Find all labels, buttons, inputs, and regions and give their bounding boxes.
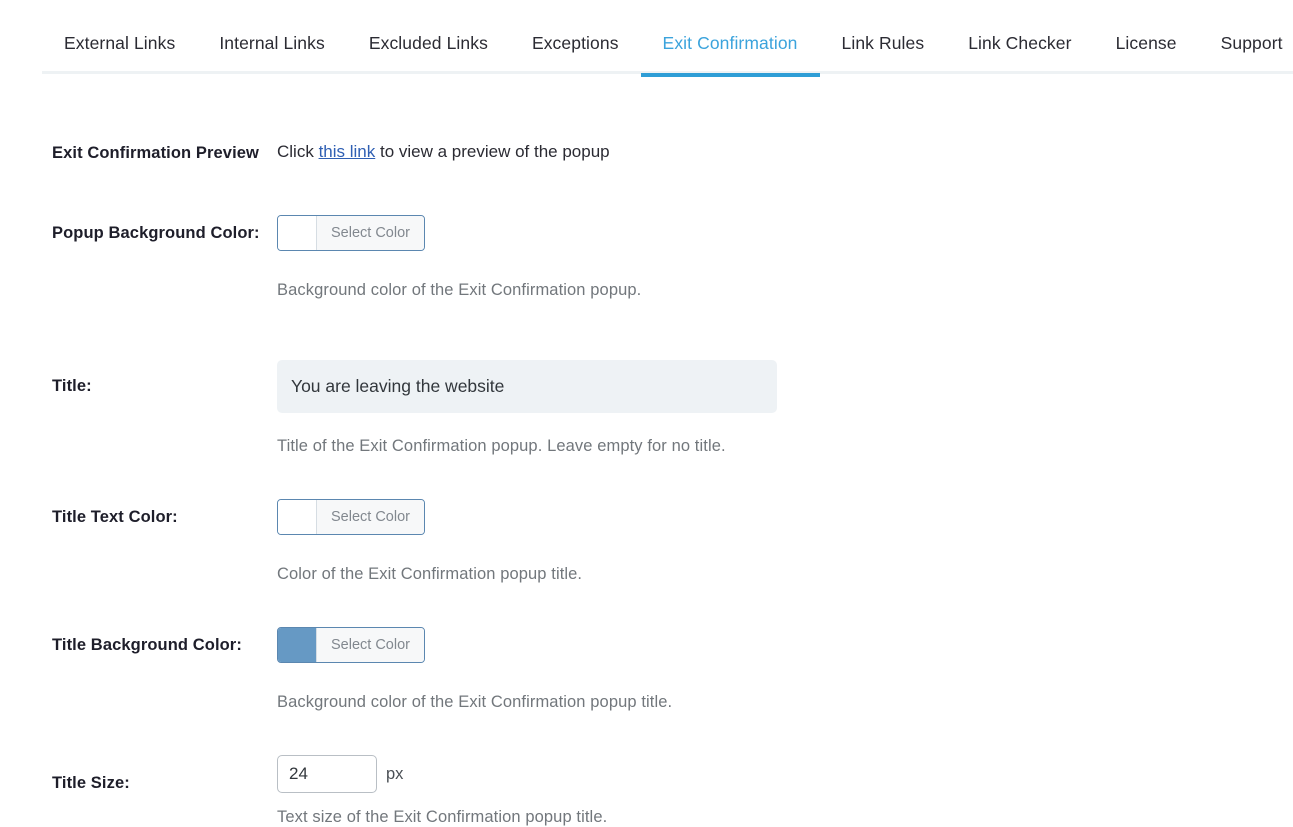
tab-license[interactable]: License [1094,34,1199,75]
title-text-color-picker[interactable]: Select Color [277,499,425,535]
field-title-size: px Text size of the Exit Confirmation po… [277,755,1293,827]
title-size-unit-label: px [386,764,404,783]
title-size-input[interactable] [277,755,377,793]
description-title: Title of the Exit Confirmation popup. Le… [277,437,726,455]
color-swatch-icon [278,500,317,534]
row-title-text-color: Title Text Color: Select Color Color of … [0,499,1293,584]
tab-link-checker[interactable]: Link Checker [946,34,1093,75]
row-title-background-color: Title Background Color: Select Color Bac… [0,627,1293,712]
description-title-background-color: Background color of the Exit Confirmatio… [277,693,673,711]
title-size-control-group: px [277,755,1293,793]
label-popup-background-color: Popup Background Color: [52,224,260,242]
row-popup-background-color: Popup Background Color: Select Color Bac… [0,215,1293,300]
color-swatch-icon [278,216,317,250]
tab-list: External Links Internal Links Excluded L… [42,0,1282,77]
title-background-color-select-label: Select Color [317,628,424,662]
tab-exceptions[interactable]: Exceptions [510,34,641,75]
field-title: Title of the Exit Confirmation popup. Le… [277,360,1293,456]
field-title-background-color: Select Color Background color of the Exi… [277,627,1293,712]
field-exit-confirmation-preview: Click this link to view a preview of the… [277,142,1293,162]
preview-popup-link[interactable]: this link [319,142,376,161]
label-title-background-color: Title Background Color: [52,636,242,654]
settings-tab-bar: External Links Internal Links Excluded L… [0,0,1293,77]
color-swatch-icon [278,628,317,662]
field-title-text-color: Select Color Color of the Exit Confirmat… [277,499,1293,584]
preview-text-before: Click [277,142,319,161]
label-title-text-color: Title Text Color: [52,508,178,526]
description-popup-background-color: Background color of the Exit Confirmatio… [277,281,642,299]
title-text-color-select-label: Select Color [317,500,424,534]
label-exit-confirmation-preview: Exit Confirmation Preview [52,144,259,162]
tab-external-links[interactable]: External Links [42,34,197,75]
tab-support[interactable]: Support [1199,34,1293,75]
row-title-size: Title Size: px Text size of the Exit Con… [0,755,1293,827]
exit-confirmation-settings-form: Exit Confirmation Preview Click this lin… [0,142,1293,827]
row-exit-confirmation-preview: Exit Confirmation Preview Click this lin… [0,142,1293,163]
tab-internal-links[interactable]: Internal Links [197,34,347,75]
popup-background-color-picker[interactable]: Select Color [277,215,425,251]
label-title: Title: [52,377,92,395]
row-title: Title: Title of the Exit Confirmation po… [0,360,1293,456]
tab-excluded-links[interactable]: Excluded Links [347,34,510,75]
description-title-size: Text size of the Exit Confirmation popup… [277,808,608,826]
tab-exit-confirmation[interactable]: Exit Confirmation [640,34,820,77]
description-title-text-color: Color of the Exit Confirmation popup tit… [277,565,583,583]
popup-background-color-select-label: Select Color [317,216,424,250]
title-input[interactable] [277,360,777,413]
preview-text-after: to view a preview of the popup [375,142,610,161]
label-title-size: Title Size: [52,774,130,792]
field-popup-background-color: Select Color Background color of the Exi… [277,215,1293,300]
tab-link-rules[interactable]: Link Rules [820,34,947,75]
title-background-color-picker[interactable]: Select Color [277,627,425,663]
